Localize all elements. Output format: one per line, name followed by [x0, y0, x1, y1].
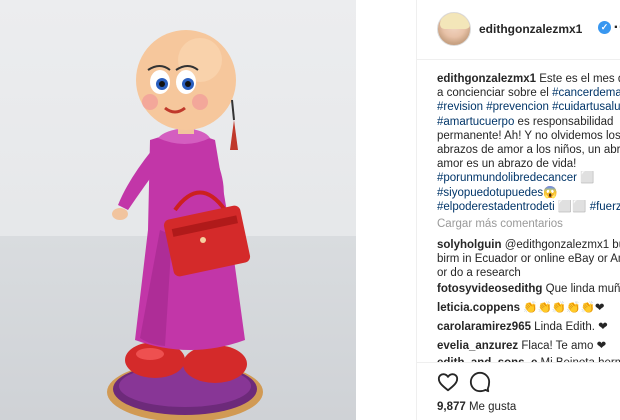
caption-text: Este es el mes dedicado: [539, 73, 620, 85]
likes-number: 9,877: [437, 401, 466, 413]
post-photo[interactable]: [0, 0, 356, 420]
comment-text: Flaca! Te amo ❤: [518, 340, 607, 352]
more-options-icon[interactable]: …: [613, 15, 620, 33]
post-caption: edithgonzalezmx1 Este es el mes dedicado…: [437, 72, 620, 214]
comment-text: or do a research: [437, 267, 521, 279]
hashtag-link[interactable]: #elpoderestadentrodeti: [437, 201, 555, 213]
caption-text: ⬜⬜: [554, 200, 590, 213]
comment-item: carolaramirez965 Linda Edith. ❤: [437, 320, 620, 334]
hashtag-link[interactable]: #revision #prevencion #cuidartusalud: [437, 101, 620, 113]
post-side-panel: edithgonzalezmx1 ✓ … edithgonzalezmx1 Es…: [416, 0, 620, 420]
caption-text: permanente! Ah! Y no olvidemos los: [437, 129, 620, 142]
hashtag-link[interactable]: #siyopuedotupuedes: [437, 187, 543, 199]
comment-text: birm in Ecuador or online eBay or Amazon: [437, 253, 620, 265]
caption-text: es responsabilidad: [514, 115, 614, 128]
comment-icon[interactable]: [469, 371, 491, 393]
heart-icon[interactable]: [437, 371, 459, 393]
gutter: [356, 0, 416, 420]
post-username[interactable]: edithgonzalezmx1: [479, 22, 582, 36]
caption-emoji: 😱: [543, 186, 558, 199]
hashtag-link[interactable]: #cancerdemama: [552, 87, 620, 99]
comment-text: Linda Edith. ❤: [530, 321, 608, 333]
comment-text: @edithgonzalezmx1 but: [501, 239, 620, 251]
caption-text: abrazos de amor a los niños, un abrazo d…: [437, 143, 620, 156]
likes-count[interactable]: 9,877 Me gusta: [437, 401, 516, 413]
verified-badge-icon: ✓: [598, 21, 611, 34]
hashtag-link[interactable]: #amartucuerpo: [437, 116, 514, 128]
comment-username[interactable]: fotosyvideosedithg: [437, 283, 542, 295]
caption-text: ⬜: [577, 172, 595, 185]
hashtag-link[interactable]: #porunmundolibredecancer: [437, 172, 577, 184]
comments-list: solyholguin @edithgonzalezmx1 but birm i…: [437, 238, 620, 365]
post-actions-bar: 9,877 Me gusta: [417, 362, 620, 420]
caption-username[interactable]: edithgonzalezmx1: [437, 73, 536, 85]
post-header: edithgonzalezmx1 ✓ …: [417, 0, 620, 60]
comment-text: Que linda muñeca: [545, 283, 620, 295]
comment-text: 👏👏👏👏👏❤: [520, 302, 605, 314]
likes-label: Me gusta: [465, 401, 517, 413]
doll-figure-image: [107, 30, 263, 420]
comment-item: evelia_anzurez Flaca! Te amo ❤: [437, 339, 620, 353]
comment-username[interactable]: evelia_anzurez: [437, 340, 518, 352]
comment-item: solyholguin @edithgonzalezmx1 but birm i…: [437, 238, 620, 280]
avatar[interactable]: [437, 12, 471, 46]
comment-item: fotosyvideosedithg Que linda muñeca: [437, 282, 620, 296]
comment-item: leticia.coppens 👏👏👏👏👏❤: [437, 301, 620, 315]
hashtag-link[interactable]: #fuerzafuerza: [590, 201, 620, 213]
caption-text: amor es un abrazo de vida!: [437, 158, 577, 171]
caption-text: a concienciar sobre el: [437, 87, 553, 100]
load-more-comments-link[interactable]: Cargar más comentarios: [437, 218, 563, 230]
comment-username[interactable]: carolaramirez965: [437, 321, 531, 333]
comment-username[interactable]: solyholguin: [437, 239, 502, 251]
comment-username[interactable]: leticia.coppens: [437, 302, 520, 314]
